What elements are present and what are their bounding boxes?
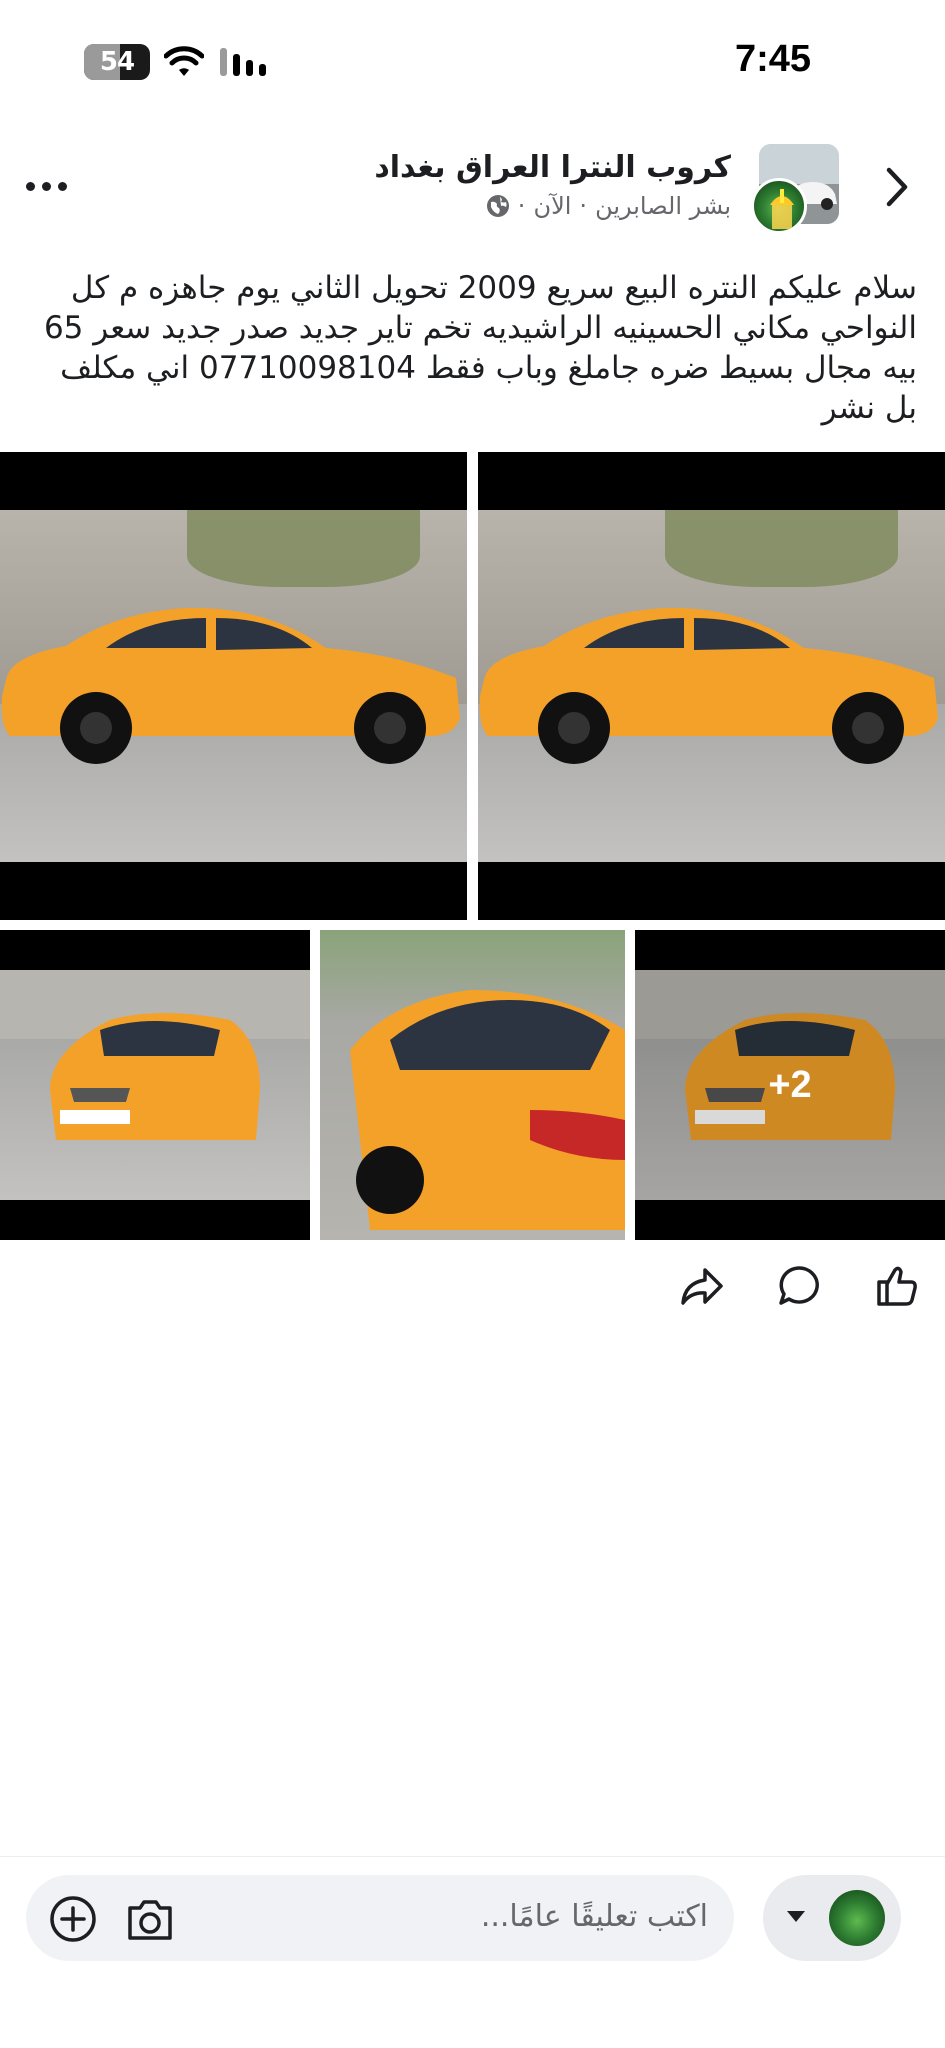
battery-icon: 54 xyxy=(84,44,150,80)
car-front-image xyxy=(50,1013,260,1140)
status-time: 7:45 xyxy=(734,38,811,80)
dot-icon xyxy=(42,181,51,191)
dot-icon xyxy=(58,181,67,191)
share-icon[interactable] xyxy=(677,1262,725,1310)
more-options-button[interactable] xyxy=(26,176,76,196)
post-photo-5[interactable]: +2 xyxy=(635,930,945,1240)
battery-level: 54 xyxy=(99,47,135,77)
comment-input[interactable]: اكتب تعليقًا عامًا... xyxy=(26,1875,734,1961)
meta-separator: · xyxy=(579,192,588,220)
add-icon[interactable] xyxy=(48,1894,98,1944)
post-text: سلام عليكم النتره البيع سريع 2009 تحويل … xyxy=(43,270,917,426)
back-chevron-icon[interactable] xyxy=(877,162,917,212)
post-photo-4[interactable] xyxy=(320,930,625,1240)
post-meta: بشر الصابرين · الآن · xyxy=(486,192,731,220)
dot-icon xyxy=(26,181,35,191)
post-time[interactable]: الآن xyxy=(533,192,571,220)
camera-icon[interactable] xyxy=(124,1894,176,1944)
wifi-icon xyxy=(164,46,204,76)
like-icon[interactable] xyxy=(873,1262,921,1310)
comment-placeholder: اكتب تعليقًا عامًا... xyxy=(480,1899,708,1934)
group-name[interactable]: كروب النترا العراق بغداد xyxy=(374,150,731,185)
post-photo-3[interactable] xyxy=(0,930,310,1240)
post-actions xyxy=(677,1262,921,1310)
post-header: كروب النترا العراق بغداد بشر الصابرين · … xyxy=(0,140,945,240)
commenter-avatar xyxy=(829,1890,885,1946)
comment-icon[interactable] xyxy=(775,1262,823,1310)
post-photo-2[interactable] xyxy=(478,452,945,920)
signal-icon xyxy=(220,48,266,76)
status-indicators: 54 xyxy=(84,44,268,80)
comment-composer: اكتب تعليقًا عامًا... xyxy=(0,1856,945,2048)
author-name[interactable]: بشر الصابرين xyxy=(595,192,731,220)
post-photo-1[interactable] xyxy=(0,452,467,920)
status-bar: 54 7:45 xyxy=(0,0,945,120)
caret-down-icon xyxy=(787,1911,805,1922)
car-rear-image xyxy=(350,990,625,1230)
shrine-image-icon xyxy=(770,189,794,229)
meta-separator: · xyxy=(517,192,526,220)
author-avatar[interactable] xyxy=(751,178,807,234)
globe-icon xyxy=(486,195,509,217)
car-side-image xyxy=(479,607,938,764)
car-side-image xyxy=(1,607,461,764)
more-photos-count[interactable]: +2 xyxy=(635,930,945,1240)
commenter-profile-selector[interactable] xyxy=(763,1875,901,1961)
